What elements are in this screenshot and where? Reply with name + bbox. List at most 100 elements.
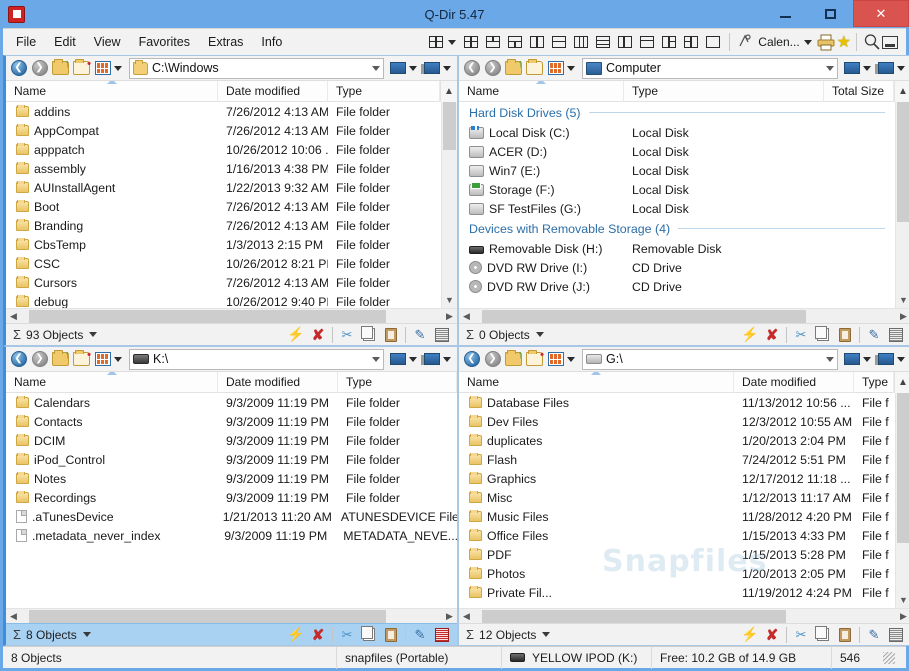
lightning-icon[interactable]: ⚡ [739, 325, 761, 345]
pane-3-file-list[interactable]: Calendars9/3/2009 11:19 PMFile folderCon… [6, 393, 457, 608]
table-row[interactable]: Notes9/3/2009 11:19 PMFile folder [6, 469, 457, 488]
window-minimize-icon[interactable] [882, 36, 898, 49]
table-row[interactable]: Graphics12/17/2012 11:18 ...File f [459, 469, 895, 488]
table-row[interactable]: Music Files11/28/2012 4:20 PMFile f [459, 507, 895, 526]
table-row[interactable]: CSC10/26/2012 8:21 PMFile folder [6, 254, 441, 273]
pane-1-file-list[interactable]: addins7/26/2012 4:13 AMFile folderAppCom… [6, 102, 441, 308]
delete-x-icon[interactable]: ✘ [307, 625, 329, 645]
address-dropdown-caret-icon[interactable] [826, 357, 834, 362]
pane-2-hscrollbar[interactable]: ◀ ▶ [459, 308, 909, 323]
pane-3[interactable]: ❮ ❯ ↑ • K:\ Name [3, 346, 458, 646]
vscroll-thumb[interactable] [897, 102, 909, 222]
hscroll-thumb[interactable] [29, 310, 386, 323]
back-button[interactable]: ❮ [9, 350, 28, 369]
column-header-name[interactable]: Name [459, 81, 624, 102]
pane-1-treeview-caret-icon[interactable] [443, 66, 451, 71]
new-folder-button[interactable]: • [525, 350, 544, 369]
column-header-name[interactable]: Name [459, 372, 734, 393]
delete-x-icon[interactable]: ✘ [307, 325, 329, 345]
pane-1-status-caret-icon[interactable] [89, 332, 97, 337]
lightning-icon[interactable]: ⚡ [739, 625, 761, 645]
paste-icon[interactable] [380, 325, 402, 345]
vscroll-track[interactable] [442, 102, 457, 292]
layout-three-row-icon[interactable] [592, 31, 614, 53]
table-row[interactable]: Local Disk (C:)Local Disk [459, 123, 895, 142]
vscroll-thumb[interactable] [443, 102, 456, 150]
column-header-type[interactable]: Type [624, 81, 824, 102]
up-folder-button[interactable]: ↑ [51, 350, 70, 369]
table-row[interactable]: Calendars9/3/2009 11:19 PMFile folder [6, 393, 457, 412]
back-button[interactable]: ❮ [462, 350, 481, 369]
maximize-button[interactable] [808, 3, 853, 25]
inet-icon[interactable] [735, 32, 755, 52]
new-folder-button[interactable]: • [72, 59, 91, 78]
select-grid-icon[interactable] [431, 325, 453, 345]
paste-icon[interactable] [834, 325, 856, 345]
column-header-type[interactable]: Type [328, 81, 440, 102]
layout-left-split-icon[interactable] [526, 31, 548, 53]
cut-icon[interactable]: ✂ [790, 625, 812, 645]
menu-file[interactable]: File [7, 31, 45, 53]
column-header-type[interactable]: Type [854, 372, 894, 393]
address-dropdown-caret-icon[interactable] [826, 66, 834, 71]
hscroll-left-icon[interactable]: ◀ [459, 609, 474, 624]
layout-three-column-icon[interactable] [570, 31, 592, 53]
vscroll-track[interactable] [896, 102, 909, 292]
group-header[interactable]: Devices with Removable Storage (4) [459, 218, 895, 239]
star-icon[interactable]: ★ [837, 32, 851, 52]
vscroll-down-icon[interactable]: ▼ [896, 592, 909, 608]
view-mode-caret-icon[interactable] [114, 66, 122, 71]
hscroll-left-icon[interactable]: ◀ [459, 309, 474, 324]
cut-icon[interactable]: ✂ [336, 625, 358, 645]
pane-2-treeview-button[interactable] [875, 59, 896, 78]
vscroll-down-icon[interactable]: ▼ [442, 292, 457, 308]
hscroll-left-icon[interactable]: ◀ [6, 309, 21, 324]
table-row[interactable]: SF TestFiles (G:)Local Disk [459, 199, 895, 218]
layout-quad2-icon[interactable] [460, 31, 482, 53]
calendar-dropdown-caret-icon[interactable] [804, 40, 812, 45]
table-row[interactable]: .aTunesDevice1/21/2013 11:20 AMATUNESDEV… [6, 507, 457, 526]
pane-4-treeview-button[interactable] [875, 350, 896, 369]
view-mode-button[interactable] [546, 350, 565, 369]
delete-x-icon[interactable]: ✘ [761, 325, 783, 345]
column-header-date[interactable]: Date modified [218, 81, 328, 102]
pane-2-display-caret-icon[interactable] [863, 66, 871, 71]
pane-2-file-list[interactable]: Hard Disk Drives (5)Local Disk (C:)Local… [459, 102, 895, 308]
view-mode-button[interactable] [93, 350, 112, 369]
layout-dropdown-caret-icon[interactable] [448, 40, 456, 45]
column-header-date[interactable]: Date modified [218, 372, 338, 393]
printer-icon[interactable] [816, 33, 837, 51]
table-row[interactable]: PDF1/15/2013 5:28 PMFile f [459, 545, 895, 564]
layout-top-split-icon[interactable] [482, 31, 504, 53]
pane-3-hscrollbar[interactable]: ◀ ▶ [6, 608, 457, 623]
scroll-up-icon[interactable]: ▲ [440, 81, 457, 102]
address-dropdown-caret-icon[interactable] [372, 357, 380, 362]
pane-2-display-button[interactable] [841, 59, 862, 78]
forward-button[interactable]: ❯ [30, 350, 49, 369]
table-row[interactable]: Win7 (E:)Local Disk [459, 161, 895, 180]
layout-two-row-icon[interactable] [636, 31, 658, 53]
back-button[interactable]: ❮ [9, 59, 28, 78]
sigma-icon[interactable]: Σ [10, 627, 26, 642]
copy-icon[interactable] [358, 325, 380, 345]
menu-edit[interactable]: Edit [45, 31, 85, 53]
hscroll-thumb[interactable] [482, 310, 806, 323]
pane-1-treeview-button[interactable] [421, 59, 442, 78]
column-header-total-size[interactable]: Total Size [824, 81, 894, 102]
paste-icon[interactable] [834, 625, 856, 645]
rename-pencil-icon[interactable]: ✎ [409, 625, 431, 645]
table-row[interactable]: duplicates1/20/2013 2:04 PMFile f [459, 431, 895, 450]
layout-right-wide-icon[interactable] [680, 31, 702, 53]
paste-icon[interactable] [380, 625, 402, 645]
table-row[interactable]: Private Fil...11/19/2012 4:24 PMFile f [459, 583, 895, 602]
table-row[interactable]: Boot7/26/2012 4:13 AMFile folder [6, 197, 441, 216]
rename-pencil-icon[interactable]: ✎ [863, 325, 885, 345]
sigma-icon[interactable]: Σ [463, 327, 479, 342]
close-button[interactable]: ✕ [853, 0, 909, 27]
sigma-icon[interactable]: Σ [10, 327, 26, 342]
table-row[interactable]: assembly1/16/2013 4:38 PMFile folder [6, 159, 441, 178]
sigma-icon[interactable]: Σ [463, 627, 479, 642]
pane-1-display-caret-icon[interactable] [409, 66, 417, 71]
table-row[interactable]: Cursors7/26/2012 4:13 AMFile folder [6, 273, 441, 292]
table-row[interactable]: iPod_Control9/3/2009 11:19 PMFile folder [6, 450, 457, 469]
